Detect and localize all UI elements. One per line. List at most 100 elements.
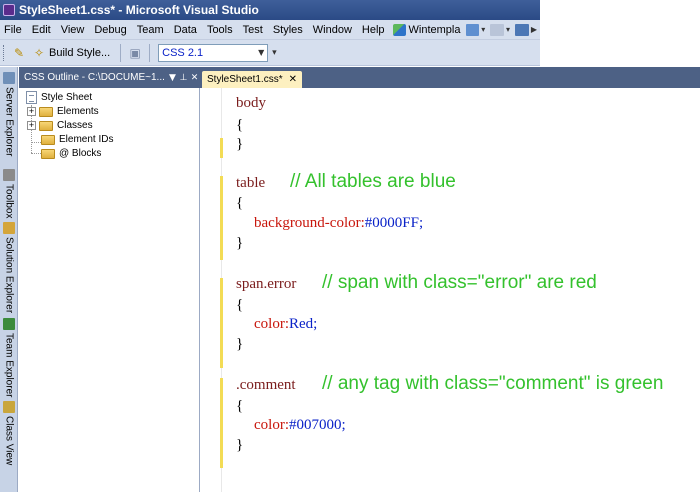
window-position-icon[interactable]: ▼ [167,73,178,83]
tab-label: Solution Explorer [3,237,15,314]
menu-styles[interactable]: Styles [268,24,308,36]
toolbar-separator [120,43,122,62]
toolbar-grip[interactable] [3,44,6,61]
tab-stylesheet1-css[interactable]: StyleSheet1.css* ✕ [202,71,302,88]
tab-label: Class View [3,416,15,466]
folder-icon [39,106,53,117]
code-comment: // All tables are blue [290,171,456,192]
css-version-select[interactable]: CSS 2.1 ▼ [158,43,269,62]
changed-lines-marker [220,176,223,260]
css-outline-title: CSS Outline - C:\DOCUME~1... [24,72,165,83]
css-outline-tree: Style Sheet + Elements + Classes Element… [19,88,200,492]
css-property: color: [254,316,289,332]
menu-edit[interactable]: Edit [27,24,56,36]
class-icon [3,401,15,413]
grid-icon[interactable] [490,23,505,36]
css-declaration: background-color:#0000FF; [254,214,423,232]
tree-item-element-ids[interactable]: Element IDs [41,133,113,146]
tab-label: Toolbox [3,184,15,219]
editor-tab-label: StyleSheet1.css* [207,74,283,85]
open-brace: { [236,297,244,313]
tab-server-explorer[interactable]: Server Explorer [0,69,18,156]
expand-icon[interactable]: + [27,121,36,130]
tab-toolbox[interactable]: Toolbox [0,166,18,218]
folder-icon [41,148,55,159]
tab-team-explorer[interactable]: Team Explorer [0,315,18,397]
wintempla-menu[interactable]: Wintempla [390,23,464,36]
css-selector: span.error [236,276,297,292]
menu-data[interactable]: Data [169,24,202,36]
css-property: color: [254,417,289,433]
close-brace: } [236,336,244,352]
close-icon[interactable]: ✕ [289,74,297,85]
tree-item-classes[interactable]: + Classes [27,119,93,132]
open-brace: { [236,117,244,133]
tab-solution-explorer[interactable]: Solution Explorer [0,219,18,313]
folder-icon [41,134,55,145]
menu-team[interactable]: Team [132,24,169,36]
tree-item-label: Elements [57,106,99,117]
css-value: Red; [289,316,318,332]
css-declaration: color:#007000; [254,416,346,434]
chevron-down-icon[interactable]: ▾ [506,25,510,34]
menu-help[interactable]: Help [357,24,390,36]
css-selector: table [236,175,266,191]
menu-tools[interactable]: Tools [202,24,238,36]
chevron-down-icon[interactable]: ▾ [481,25,485,34]
css-selector: body [236,95,266,111]
close-icon[interactable]: ✕ [189,73,200,83]
server-icon [3,72,15,84]
changed-lines-marker [220,278,223,368]
menu-test[interactable]: Test [238,24,268,36]
toolbox-icon [3,169,15,181]
pin-icon[interactable]: ⊥ [178,73,189,83]
side-tab-strip: Server Explorer Toolbox Solution Explore… [0,67,18,492]
style-application-icon[interactable]: ▣ [128,46,142,60]
tab-label: Team Explorer [3,333,15,398]
tab-class-view[interactable]: Class View [0,398,18,465]
expand-icon[interactable]: + [27,107,36,116]
menu-bar: File Edit View Debug Team Data Tools Tes… [0,20,540,40]
css-version-value: CSS 2.1 [162,46,204,59]
css-selector: .comment [236,377,296,393]
tree-item-label: @ Blocks [59,148,102,159]
play-icon[interactable]: ▶ [531,25,537,34]
visual-studio-icon [3,4,15,16]
document-icon[interactable] [465,23,480,36]
menu-window[interactable]: Window [308,24,357,36]
tree-root[interactable]: Style Sheet [26,91,92,104]
build-style-icon: ✧ [33,45,45,60]
title-bar: StyleSheet1.css* - Microsoft Visual Stud… [0,0,540,20]
tree-root-label: Style Sheet [41,92,93,103]
editor-gutter [200,88,222,492]
menu-debug[interactable]: Debug [89,24,131,36]
close-brace: } [236,437,244,453]
tree-item-at-blocks[interactable]: @ Blocks [41,147,101,160]
folder-icon [39,120,53,131]
open-brace: { [236,195,244,211]
open-brace: { [236,398,244,414]
tree-item-elements[interactable]: + Elements [27,105,99,118]
tree-item-label: Element IDs [59,134,114,145]
css-declaration: color:Red; [254,315,317,333]
changed-lines-marker [220,378,223,468]
editor-tab-bar: StyleSheet1.css* ✕ [200,67,700,88]
code-editor[interactable]: body { } table // All tables are blue { … [200,88,700,492]
window-title: StyleSheet1.css* - Microsoft Visual Stud… [19,3,259,17]
wintempla-icon [392,23,406,36]
solution-icon [3,222,15,234]
css-property: background-color: [254,215,365,231]
menu-file[interactable]: File [0,24,27,36]
build-style-button[interactable]: Build Style... [49,47,110,59]
close-brace: } [236,235,244,251]
menu-view[interactable]: View [56,24,90,36]
chevron-down-icon[interactable]: ▼ [255,48,267,57]
code-comment: // any tag with class="comment" is green [322,373,664,394]
wintempla-label: Wintempla [408,23,461,36]
window-icon[interactable] [515,23,529,36]
add-style-rule-icon[interactable]: ✎ [12,46,26,60]
toolbar-separator [149,43,151,62]
toolbar-overflow-icon[interactable]: ▾ [272,48,277,58]
css-value: #0000FF; [364,215,424,231]
changed-lines-marker [220,138,223,158]
